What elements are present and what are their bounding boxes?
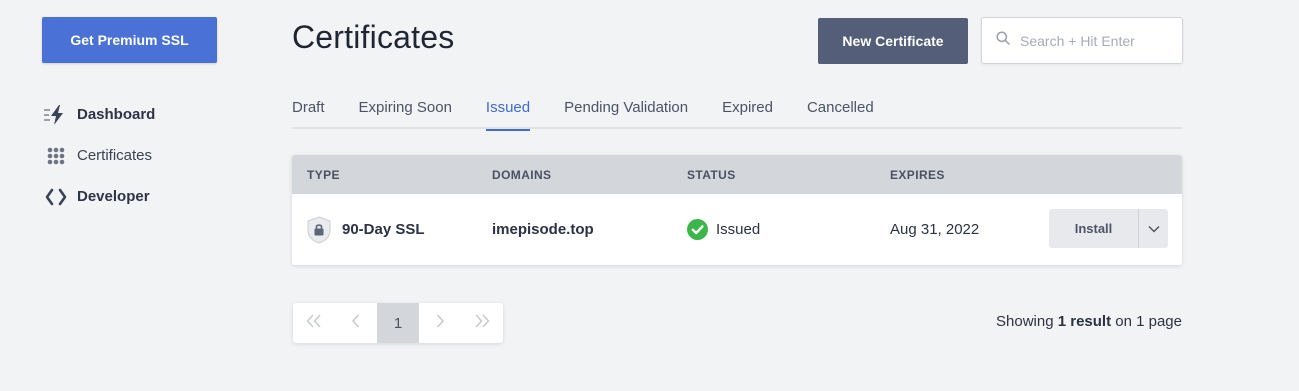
- tab-pending-validation[interactable]: Pending Validation: [564, 96, 688, 129]
- column-header-status: STATUS: [687, 167, 736, 182]
- tab-expired[interactable]: Expired: [722, 96, 773, 129]
- previous-page-button[interactable]: [335, 303, 377, 343]
- results-summary: Showing 1 result on 1 page: [996, 313, 1182, 330]
- last-page-button[interactable]: [461, 303, 503, 343]
- tab-draft[interactable]: Draft: [292, 96, 325, 129]
- certificate-type: 90-Day SSL: [342, 221, 425, 238]
- search-input[interactable]: [1020, 32, 1180, 49]
- check-circle-icon: [687, 219, 708, 240]
- type-cell: 90-Day SSL: [307, 215, 425, 244]
- table-row[interactable]: 90-Day SSL imepisode.top Issued Aug 31, …: [292, 194, 1182, 265]
- next-page-button[interactable]: [419, 303, 461, 343]
- search-icon: [996, 31, 1010, 50]
- chevron-down-icon: [1147, 221, 1160, 236]
- expires-date: Aug 31, 2022: [890, 221, 980, 238]
- status-cell: Issued: [687, 219, 760, 240]
- double-chevron-left-icon: [306, 314, 322, 333]
- sidebar-item-label: Dashboard: [77, 106, 156, 123]
- tab-issued[interactable]: Issued: [485, 96, 531, 131]
- get-premium-ssl-button[interactable]: Get Premium SSL: [42, 17, 217, 63]
- tab-cancelled[interactable]: Cancelled: [807, 96, 874, 129]
- certificate-domain: imepisode.top: [492, 221, 594, 238]
- first-page-button[interactable]: [293, 303, 335, 343]
- lightning-icon: [44, 103, 68, 127]
- showing-prefix: Showing: [996, 313, 1058, 330]
- sidebar-item-certificates[interactable]: Certificates: [44, 135, 155, 176]
- chevron-left-icon: [351, 314, 361, 333]
- status-badge: Issued: [716, 221, 761, 238]
- result-count: 1 result: [1057, 313, 1112, 330]
- search-box: [981, 17, 1183, 64]
- certificate-status-tabs: Draft Expiring Soon Issued Pending Valid…: [292, 96, 1182, 131]
- install-dropdown-button[interactable]: [1138, 209, 1168, 248]
- column-header-domains: DOMAINS: [492, 167, 552, 182]
- install-button[interactable]: Install: [1049, 209, 1138, 248]
- page-title: Certificates: [292, 19, 455, 55]
- table-header: TYPE DOMAINS STATUS EXPIRES: [292, 155, 1182, 194]
- column-header-type: TYPE: [307, 167, 340, 182]
- shield-lock-icon: [307, 215, 331, 244]
- new-certificate-button[interactable]: New Certificate: [818, 18, 968, 64]
- showing-suffix: on 1 page: [1111, 313, 1182, 330]
- sidebar-nav: Dashboard Certificates Developer: [44, 94, 155, 217]
- chevron-right-icon: [435, 314, 445, 333]
- sidebar-item-developer[interactable]: Developer: [44, 176, 155, 217]
- pagination: 1: [293, 303, 503, 343]
- install-button-group: Install: [1049, 209, 1168, 248]
- sidebar-item-label: Certificates: [77, 147, 153, 164]
- double-chevron-right-icon: [474, 314, 490, 333]
- sidebar-item-label: Developer: [77, 188, 150, 205]
- code-brackets-icon: [44, 185, 68, 209]
- certificates-table: TYPE DOMAINS STATUS EXPIRES 90-Day SSL i…: [292, 155, 1182, 265]
- sidebar-item-dashboard[interactable]: Dashboard: [44, 94, 155, 135]
- column-header-expires: EXPIRES: [890, 167, 945, 182]
- grid-dots-icon: [44, 144, 68, 168]
- tab-expiring-soon[interactable]: Expiring Soon: [359, 96, 452, 129]
- page-number-button[interactable]: 1: [377, 303, 419, 343]
